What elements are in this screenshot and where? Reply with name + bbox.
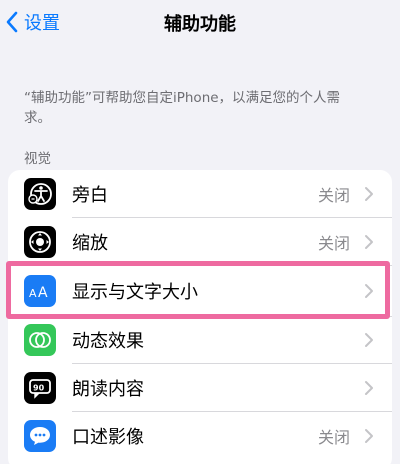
settings-group-vision: 旁白 关闭 缩放 关闭 A A 显示与文字大小 动态效果 90 朗读内容 口述影… [8,170,392,464]
row-label: 旁白 [72,185,108,206]
settings-row-spoken-content[interactable]: 90 朗读内容 [8,364,392,412]
zoom-icon [24,226,56,258]
description-text: “辅助功能”可帮助您自定iPhone，以满足您的个人需求。 [24,90,341,126]
chevron-right-icon [365,235,373,249]
chevron-right-icon [365,284,373,298]
audio-descriptions-icon [24,420,56,452]
settings-row-audio-descriptions[interactable]: 口述影像 关闭 [8,412,392,460]
settings-row-voiceover[interactable]: 旁白 关闭 [8,170,392,218]
svg-text:A: A [38,285,48,301]
row-label: 朗读内容 [72,379,144,400]
chevron-right-icon [365,333,373,347]
section-header-vision: 视觉 [24,151,51,167]
settings-row-display-text-size[interactable]: A A 显示与文字大小 [8,266,392,316]
row-label: 显示与文字大小 [72,282,198,303]
settings-row-zoom[interactable]: 缩放 关闭 [8,218,392,266]
voiceover-icon [24,178,56,210]
row-value: 关闭 [317,428,350,447]
chevron-right-icon [365,187,373,201]
row-value: 关闭 [317,186,350,205]
navigation-bar: 设置 辅助功能 [0,0,400,44]
row-label: 动态效果 [72,331,144,352]
chevron-right-icon [365,381,373,395]
svg-text:A: A [29,287,37,300]
svg-text:90: 90 [33,384,45,393]
chevron-right-icon [365,429,373,443]
row-label: 缩放 [72,233,108,254]
text-size-icon: A A [24,275,56,307]
row-label: 口述影像 [72,427,144,448]
settings-row-motion[interactable]: 动态效果 [8,316,392,364]
row-value: 关闭 [317,234,350,253]
motion-icon [24,324,56,356]
page-title: 辅助功能 [164,14,236,35]
spoken-content-icon: 90 [24,372,56,404]
